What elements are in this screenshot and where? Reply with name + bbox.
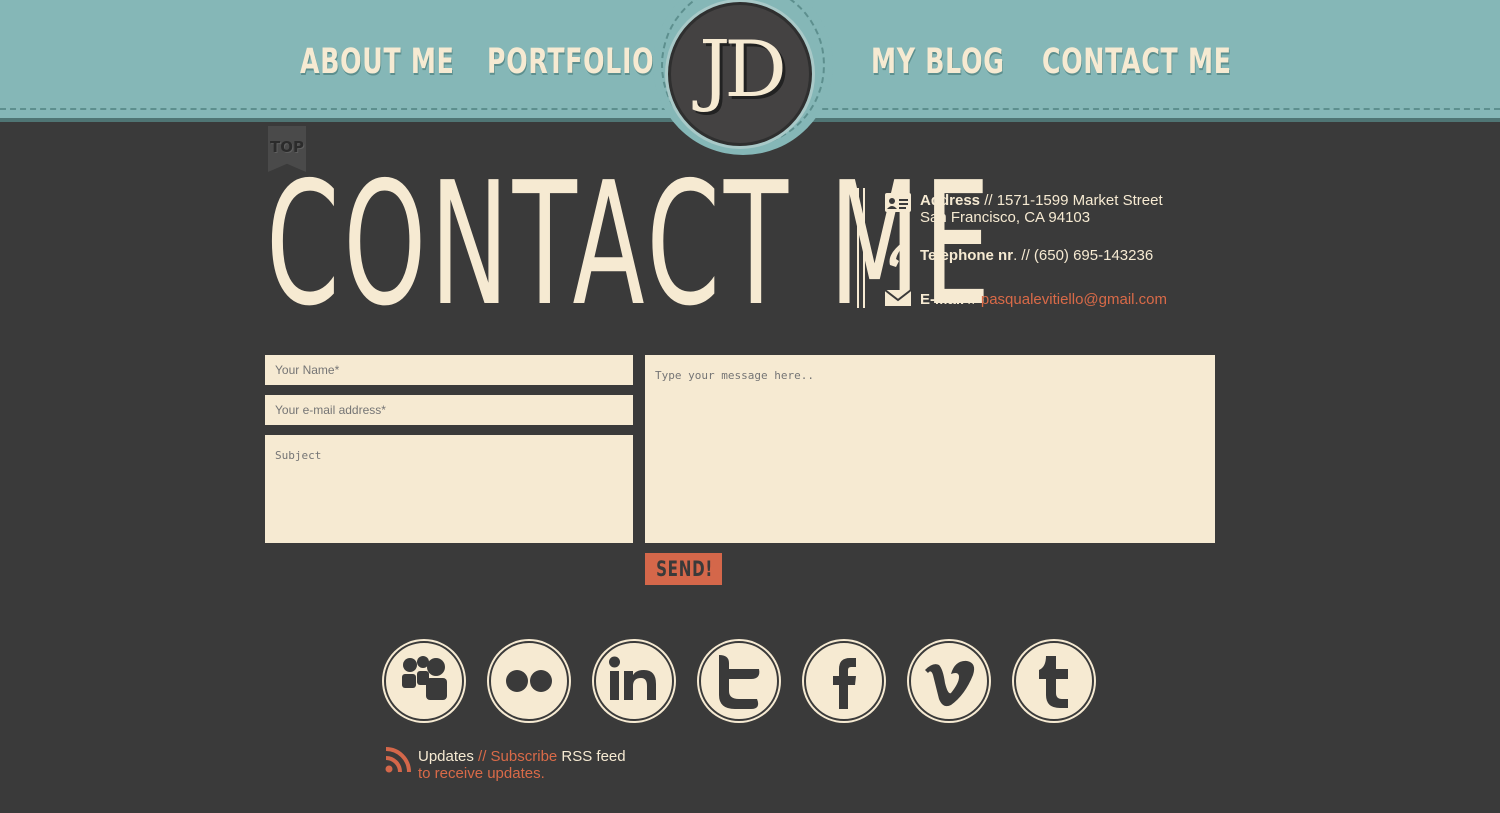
nav-about-me[interactable]: ABOUT ME — [300, 42, 455, 82]
linkedin-button[interactable] — [594, 641, 674, 721]
telephone-separator: . // — [1013, 247, 1034, 264]
telephone-info: Telephone nr. // (650) 695-143236 — [920, 247, 1153, 264]
email-separator: // — [964, 291, 981, 308]
myspace-icon — [402, 656, 447, 700]
address-label: Address — [920, 192, 981, 209]
email-input[interactable] — [265, 395, 633, 425]
address-line-2: San Francisco, CA 94103 — [920, 209, 1091, 226]
tumblr-button[interactable] — [1014, 641, 1094, 721]
nav-portfolio[interactable]: PORTFOLIO — [487, 42, 654, 82]
rss-feed-label: RSS feed — [557, 748, 626, 765]
nav-my-blog[interactable]: MY BLOG — [871, 42, 1005, 82]
twitter-button[interactable] — [699, 641, 779, 721]
address-line-1: 1571-1599 Market Street — [996, 192, 1163, 209]
envelope-icon — [884, 289, 912, 306]
flickr-button[interactable] — [489, 641, 569, 721]
logo-monogram: JD — [699, 25, 787, 115]
subject-input[interactable] — [265, 435, 633, 543]
tumblr-icon — [1039, 656, 1068, 708]
address-info: Address // 1571-1599 Market Street San F… — [920, 192, 1163, 226]
email-label: E-Mail — [920, 291, 965, 308]
send-button-label: SEND! — [656, 557, 713, 581]
title-divider-line — [863, 188, 865, 308]
facebook-button[interactable] — [804, 641, 884, 721]
rss-icon[interactable] — [384, 746, 412, 774]
rss-updates-label: Updates — [418, 748, 474, 765]
nav-contact-me[interactable]: CONTACT ME — [1042, 42, 1232, 82]
vimeo-button[interactable] — [909, 641, 989, 721]
linkedin-icon — [609, 656, 656, 700]
rss-receive-updates: to receive updates. — [418, 765, 545, 782]
twitter-icon — [719, 655, 760, 709]
name-input[interactable] — [265, 355, 633, 385]
vimeo-icon — [925, 660, 975, 707]
rss-subscribe-text: Updates // Subscribe RSS feed to receive… — [418, 748, 626, 782]
telephone-label: Telephone nr — [920, 247, 1014, 264]
address-separator: // — [980, 192, 997, 209]
telephone-icon — [889, 242, 908, 267]
email-info: E-Mail // pasqualevitiello@gmail.com — [920, 291, 1167, 308]
telephone-value: (650) 695-143236 — [1033, 247, 1154, 264]
title-divider-line — [857, 188, 859, 308]
myspace-button[interactable] — [384, 641, 464, 721]
message-textarea[interactable] — [645, 355, 1215, 543]
send-button[interactable]: SEND! — [645, 553, 722, 585]
address-card-icon — [885, 188, 911, 212]
rss-separator: // — [473, 748, 491, 765]
email-link[interactable]: pasqualevitiello@gmail.com — [981, 291, 1167, 308]
flickr-icon — [506, 670, 552, 692]
facebook-icon — [833, 658, 856, 709]
rss-subscribe-link[interactable]: Subscribe — [491, 748, 558, 765]
